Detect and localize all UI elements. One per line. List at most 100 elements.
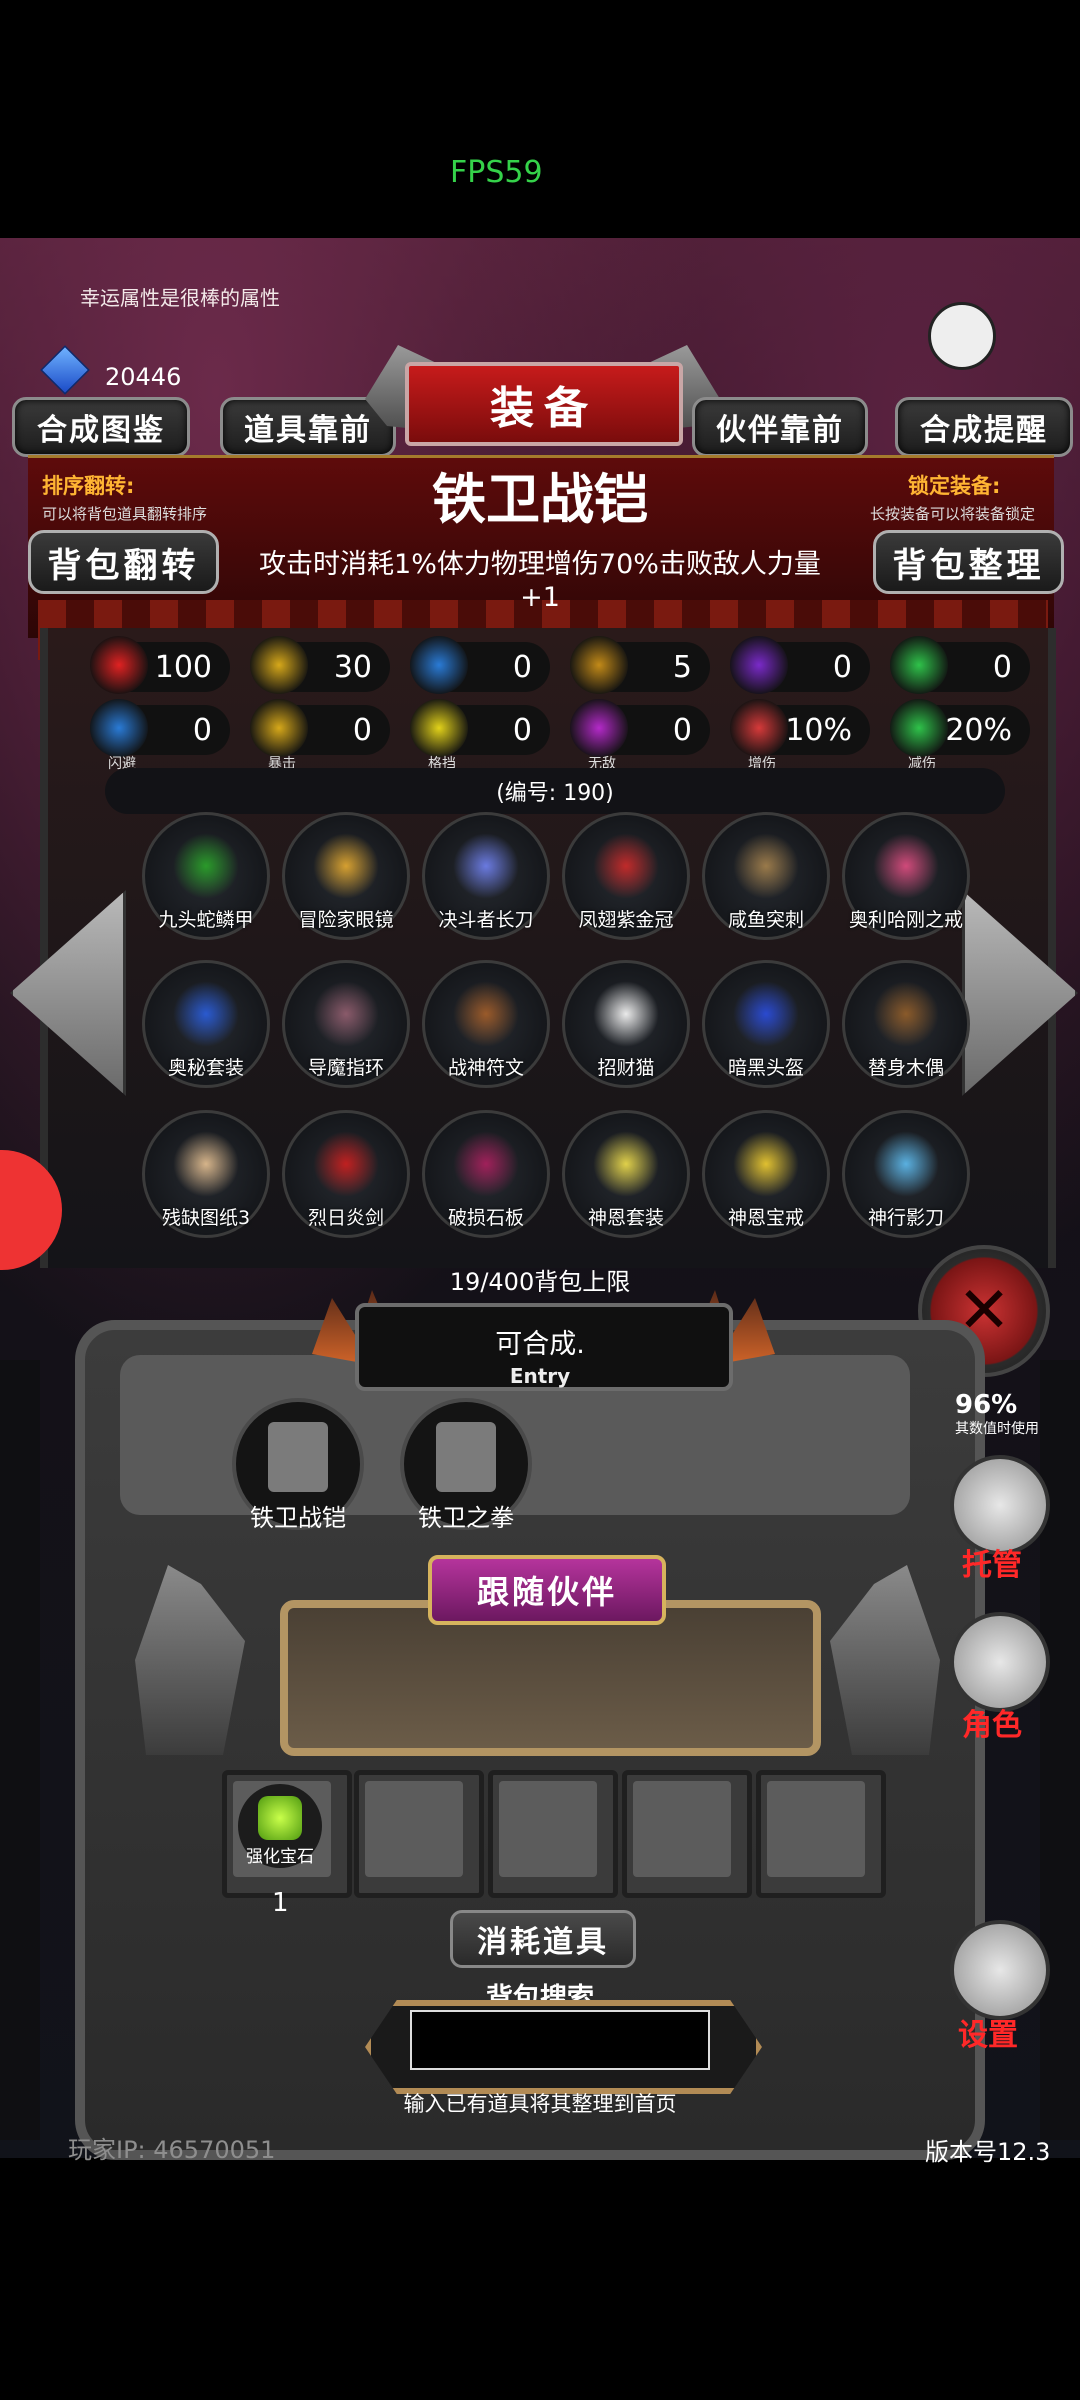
stat-value: 100 (154, 649, 212, 685)
item-name: 咸鱼突刺 (727, 909, 804, 931)
material-name: 铁卫之拳 (418, 1504, 514, 1532)
stat-value: 10% (785, 712, 852, 748)
item-icon (873, 833, 939, 899)
inventory-slot[interactable]: 招财猫 (562, 960, 690, 1088)
stat-value: 20% (945, 712, 1012, 748)
inventory-slot[interactable]: 烈日炎剑 (282, 1110, 410, 1238)
percent-subtext: 其数值时使用 (955, 1421, 1039, 1437)
inventory-slot[interactable]: 奥秘套装 (142, 960, 270, 1088)
slot-inner (365, 1781, 463, 1877)
inventory-slot[interactable]: 冒险家眼镜 (282, 812, 410, 940)
item-name: 九头蛇鳞甲 (158, 909, 254, 931)
consumable-slot-4[interactable] (622, 1770, 752, 1898)
consumable-qty: 1 (272, 1888, 289, 1918)
item-name: 战神符文 (447, 1057, 524, 1079)
item-icon (453, 833, 519, 899)
inventory-slot[interactable]: 决斗者长刀 (422, 812, 550, 940)
trustee-label[interactable]: 托管 (962, 1540, 1022, 1584)
gem-count: 20446 (105, 363, 182, 391)
heart-icon (90, 636, 148, 694)
item-icon (593, 981, 659, 1047)
consumable-item[interactable]: 强化宝石 (238, 1784, 322, 1868)
item-icon (313, 833, 379, 899)
clover-icon (890, 636, 948, 694)
item-name: 决斗者长刀 (438, 909, 534, 931)
inventory-slot[interactable]: 破损石板 (422, 1110, 550, 1238)
damage-down-icon (890, 699, 948, 757)
gem-item-icon (258, 1796, 302, 1840)
inventory-slot[interactable]: 战神符文 (422, 960, 550, 1088)
item-name: 神恩套装 (587, 1207, 664, 1229)
item-name: 残缺图纸3 (161, 1207, 251, 1229)
item-name: 奥利哈刚之戒 (848, 909, 963, 931)
inventory-slot[interactable]: 咸鱼突刺 (702, 812, 830, 940)
stat-block: 0 格挡 (410, 699, 550, 772)
partner-first-button[interactable]: 伙伴靠前 (692, 397, 868, 457)
synthesis-status: 可合成. (495, 1329, 585, 1360)
invincible-icon (570, 699, 628, 757)
gear-icon[interactable] (950, 1920, 1050, 2020)
item-icon (173, 1131, 239, 1197)
stat-value: 30 (333, 649, 372, 685)
item-name: 暗黑头盔 (727, 1057, 804, 1079)
consumable-slot-3[interactable] (488, 1770, 618, 1898)
bag-flip-button[interactable]: 背包翻转 (28, 530, 219, 594)
inventory-slot[interactable]: 残缺图纸3 (142, 1110, 270, 1238)
inventory-slot[interactable]: 九头蛇鳞甲 (142, 812, 270, 940)
fps-counter: FPS59 (450, 155, 543, 190)
player-ip: 玩家IP: 46570051 (68, 2136, 276, 2164)
inventory-slot[interactable]: 导魔指环 (282, 960, 410, 1088)
item-icon (873, 981, 939, 1047)
item-icon (453, 981, 519, 1047)
items-first-button[interactable]: 道具靠前 (220, 397, 396, 457)
stat-value: 0 (512, 649, 532, 685)
item-icon (453, 1131, 519, 1197)
slot-inner (633, 1781, 731, 1877)
stat-strength: 30 (250, 636, 390, 694)
left-edge (0, 1360, 40, 2140)
speed-icon (570, 636, 628, 694)
stat-value: 0 (992, 649, 1012, 685)
item-name: 导魔指环 (307, 1057, 384, 1079)
inventory-slot[interactable]: 神恩套装 (562, 1110, 690, 1238)
material-slot[interactable]: 铁卫之拳 (400, 1398, 532, 1532)
selected-item-desc: 攻击时消耗1%体力物理增伤70%击败敌人力量+1 (259, 549, 821, 613)
inventory-slot[interactable]: 暗黑头盔 (702, 960, 830, 1088)
wolf-logo-icon[interactable] (928, 302, 996, 370)
inventory-slot[interactable]: 神行影刀 (842, 1110, 970, 1238)
consumable-slot-2[interactable] (354, 1770, 484, 1898)
tip-text: 幸运属性是很棒的属性 (80, 286, 280, 310)
item-icon (593, 833, 659, 899)
item-icon (313, 1131, 379, 1197)
character-icon[interactable] (950, 1612, 1050, 1712)
stat-crit: 0 暴击 (250, 699, 390, 772)
stat-value: 5 (672, 649, 692, 685)
block-icon (410, 699, 468, 757)
stat-speed: 5 (570, 636, 710, 694)
search-input[interactable] (410, 2010, 710, 2070)
character-label[interactable]: 角色 (962, 1700, 1022, 1744)
settings-label[interactable]: 设置 (958, 2010, 1018, 2054)
item-icon (313, 981, 379, 1047)
compose-reminder-button[interactable]: 合成提醒 (895, 397, 1073, 457)
item-name: 神行影刀 (867, 1207, 944, 1229)
bag-capacity: 19/400背包上限 (449, 1268, 631, 1296)
item-name: 替身木偶 (867, 1057, 944, 1079)
consumable-slot-5[interactable] (756, 1770, 886, 1898)
consumables-label: 消耗道具 (450, 1910, 636, 1968)
item-icon (173, 981, 239, 1047)
compose-guide-button[interactable]: 合成图鉴 (12, 397, 190, 457)
item-name: 冒险家眼镜 (298, 909, 394, 931)
stat-value: 0 (352, 712, 372, 748)
stat-clover: 0 (890, 636, 1030, 694)
bag-organize-button[interactable]: 背包整理 (873, 530, 1064, 594)
inventory-slot[interactable]: 替身木偶 (842, 960, 970, 1088)
inventory-slot[interactable]: 凤翅紫金冠 (562, 812, 690, 940)
entry-label: Entry (509, 1364, 571, 1388)
dodge-icon (90, 699, 148, 757)
page-title: 装备 (405, 362, 683, 446)
follow-partner-label: 跟随伙伴 (428, 1555, 666, 1625)
inventory-slot[interactable]: 神恩宝戒 (702, 1110, 830, 1238)
material-slot[interactable]: 铁卫战铠 (232, 1398, 364, 1532)
inventory-slot[interactable]: 奥利哈刚之戒 (842, 812, 970, 940)
